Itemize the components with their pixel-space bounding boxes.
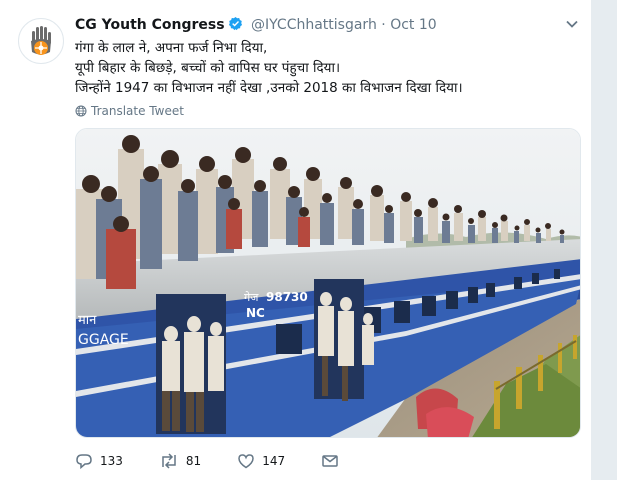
author-handle[interactable]: @IYCChhattisgarh <box>251 17 377 33</box>
tweet-card[interactable]: CG Youth Congress @IYCChhattisgarh · Oct… <box>0 0 592 480</box>
verified-badge-icon <box>228 16 243 36</box>
author-name[interactable]: CG Youth Congress <box>75 17 225 33</box>
reply-button[interactable]: 133 <box>75 452 123 470</box>
coach-number: 98730 <box>266 290 308 304</box>
like-icon <box>238 454 254 469</box>
header-separator: · <box>381 17 386 33</box>
retweet-icon <box>162 453 176 469</box>
tweet-text-line: जिन्होंने 1947 का विभाजन नहीं देखा ,उनको… <box>75 80 463 96</box>
tweet-photo[interactable]: गेज NC 98730 मान GGAGE <box>75 128 581 438</box>
tweet-timestamp[interactable]: Oct 10 <box>390 17 436 33</box>
tweet-actions: 133 81 147 <box>75 452 382 470</box>
like-button[interactable]: 147 <box>237 452 285 470</box>
direct-message-button[interactable] <box>321 452 346 470</box>
tweet-header: CG Youth Congress @IYCChhattisgarh · Oct… <box>75 16 437 36</box>
chevron-down-icon[interactable] <box>565 16 579 35</box>
globe-icon <box>75 105 87 117</box>
coach-prefix: NC <box>246 306 265 320</box>
like-count: 147 <box>262 454 286 468</box>
luggage-hindi: मान <box>78 313 97 328</box>
reply-count: 133 <box>100 454 123 468</box>
avatar[interactable] <box>18 18 64 64</box>
translate-label: Translate Tweet <box>91 104 184 118</box>
tweet-text-line: यूपी बिहार के बिछड़े, बच्चों को वापिस घर… <box>75 60 341 76</box>
tweet-text-line: गंगा के लाल ने, अपना फर्ज निभा दिया, <box>75 40 268 56</box>
retweet-count: 81 <box>185 454 202 468</box>
congress-logo-icon <box>20 20 62 62</box>
direct-message-icon <box>322 455 338 467</box>
reply-icon <box>76 454 92 470</box>
translate-tweet-link[interactable]: Translate Tweet <box>75 103 184 119</box>
retweet-button[interactable]: 81 <box>159 452 201 470</box>
train-photo: गेज NC 98730 मान GGAGE <box>76 129 580 437</box>
coach-label: गेज <box>244 291 259 304</box>
luggage-label: GGAGE <box>78 332 129 348</box>
tweet-text: गंगा के लाल ने, अपना फर्ज निभा दिया, यूप… <box>75 38 580 98</box>
